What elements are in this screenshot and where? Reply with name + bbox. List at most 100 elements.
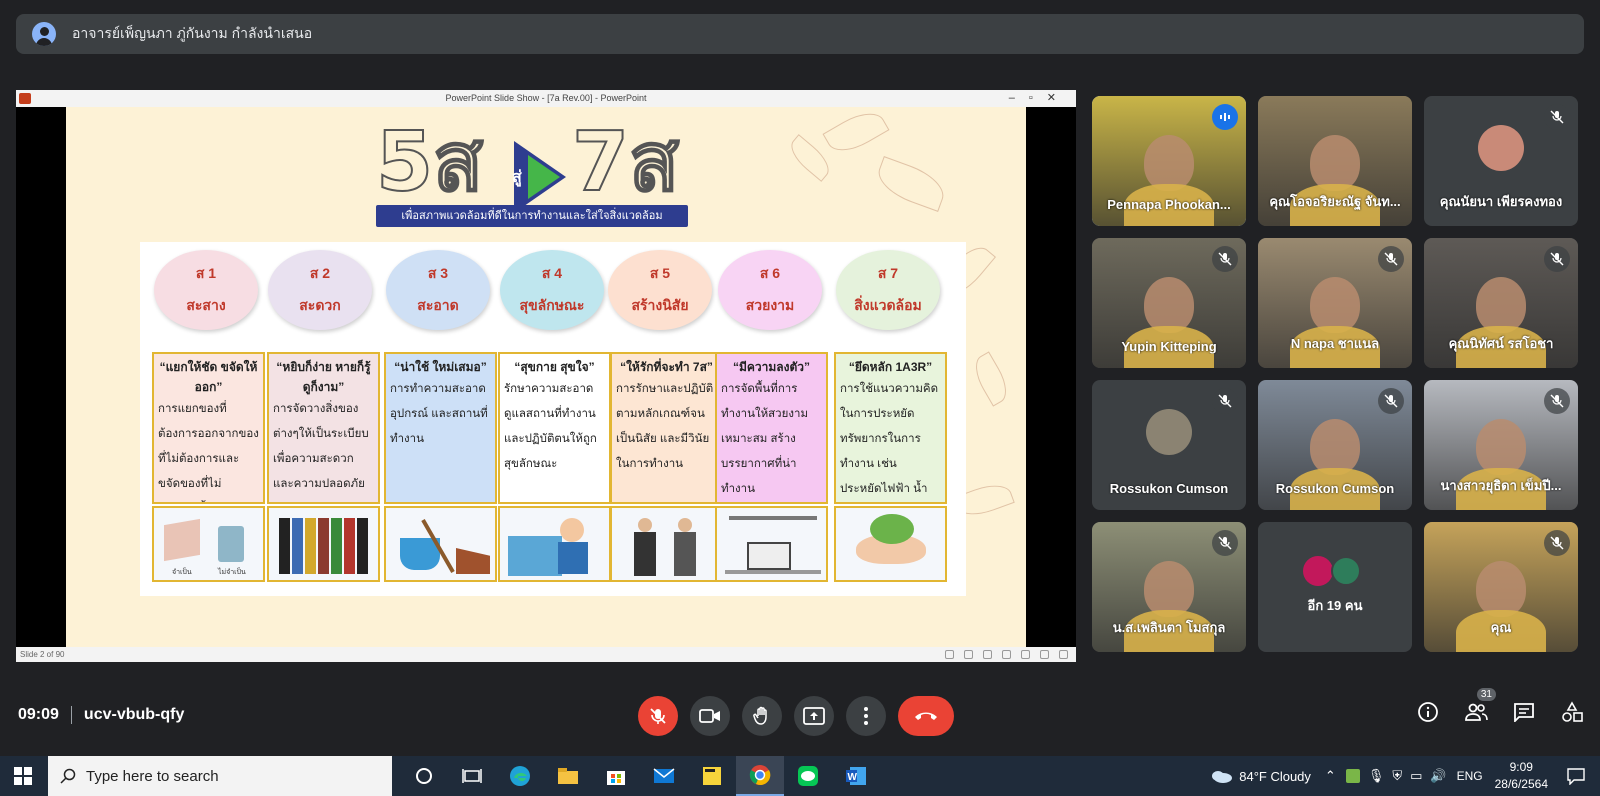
store-app[interactable] [592,756,640,796]
people-button[interactable]: 31 [1464,688,1496,724]
participant-name: Rossukon Cumson [1109,481,1229,496]
file-explorer-app[interactable] [544,756,592,796]
taskbar-apps: W [400,756,880,796]
step-body: การแยกของที่ต้องการออกจากของที่ไม่ต้องกา… [158,403,259,490]
step-number: ส 3 [427,265,449,281]
step-name: สะดวก [299,297,341,313]
presentation-area[interactable]: PowerPoint Slide Show - [7a Rev.00] - Po… [16,90,1076,662]
participant-name: คุณโอจอริยะณัฐ จันท... [1269,194,1401,209]
step-circle: ส 5 สร้างนิสัย [608,250,712,330]
word-app[interactable]: W [832,756,880,796]
people-count-badge: 31 [1476,688,1496,701]
step-illustration [834,506,947,582]
line-icon [798,766,818,786]
task-view-button[interactable] [448,756,496,796]
microphone-tray-icon[interactable]: 🎙 [1368,768,1385,784]
present-screen-button[interactable] [794,696,834,736]
slide: 5ส ส สู่ 7ส เพื่อสภาพแวดล้อมที่ดีในการทำ… [66,107,1026,647]
taskbar-clock[interactable]: 9:09 28/6/2564 [1495,759,1548,793]
step-name: สวยงาม [745,297,795,313]
activities-icon [1562,701,1583,722]
7s-panel: ส 1 สะสางส 2 สะดวกส 3 สะอาดส 4 สุขลักษณะส 5ส… [140,242,966,596]
start-button[interactable] [14,767,32,790]
edge-icon [510,766,530,786]
presenter-avatar-icon [32,22,56,46]
participant-tile[interactable]: คุณนัยนา เพียรคงทอง [1424,96,1578,226]
tray-app-icon[interactable] [1345,769,1360,783]
meeting-details-button[interactable] [1416,700,1440,724]
slide-subtitle: เพื่อสภาพแวดล้อมที่ดีในการทำงานและใส่ใจส… [376,205,688,227]
activities-button[interactable] [1560,700,1584,724]
participant-tile[interactable]: Rossukon Cumson [1092,380,1246,510]
powerpoint-icon [19,93,31,104]
camera-toggle-button[interactable] [690,696,730,736]
step-body: การรักษาและปฏิบัติตามหลักเกณฑ์จนเป็นนิสั… [616,383,714,470]
participant-tile[interactable]: คุณ [1424,522,1578,652]
sticky-notes-app[interactable] [688,756,736,796]
participant-tile[interactable]: อีก 19 คน [1258,522,1412,652]
volume-icon[interactable]: 🔊 [1430,768,1446,784]
step-circle: ส 3 สะอาด [386,250,490,330]
sticky-notes-icon [703,767,721,785]
step-description: “น่าใช้ ใหม่เสมอ” การทำความสะอาดอุปกรณ์ แ… [384,352,497,504]
step-description: “มีความลงตัว” การจัดพื้นที่การทำงานให้สวย… [715,352,828,504]
step-illustration: จำเป็น ไม่จำเป็น [152,506,265,582]
slideshow-view-controls[interactable] [945,650,1068,659]
cortana-button[interactable] [400,756,448,796]
chat-icon [1514,703,1534,722]
mic-toggle-button[interactable] [638,696,678,736]
notifications-icon[interactable] [1566,767,1586,785]
svg-text:W: W [848,772,858,783]
participant-name: Rossukon Cumson [1275,481,1395,496]
call-controls [638,696,954,736]
participant-tile[interactable]: คุณนิทัศน์ รสโอชา [1424,238,1578,368]
meeting-code[interactable]: ucv-vbub-qfy [84,706,184,724]
participant-tile[interactable]: Pennapa Phookan... [1092,96,1246,226]
mail-app[interactable] [640,756,688,796]
end-call-icon [915,712,937,720]
participant-tile[interactable]: Rossukon Cumson [1258,380,1412,510]
participant-tile[interactable]: Yupin Kitteping [1092,238,1246,368]
mic-off-icon [650,708,666,724]
participant-tile[interactable]: นางสาวยุธิดา เข็มปี... [1424,380,1578,510]
more-options-button[interactable] [846,696,886,736]
edge-app[interactable] [496,756,544,796]
tray-chevron-icon[interactable]: ⌃ [1325,768,1336,784]
step-description: “สุขกาย สุขใจ” รักษาความสะอาดดูแลสถานที่ท… [498,352,611,504]
search-icon [60,768,76,784]
participant-tile[interactable]: น.ส.เพลินตา โมสกุล [1092,522,1246,652]
speaking-indicator-icon [1212,104,1238,130]
step-body: รักษาความสะอาดดูแลสถานที่ทำงานและปฏิบัติ… [504,383,597,470]
step-name: สะอาด [417,297,459,313]
step-circle: ส 1 สะสาง [154,250,258,330]
window-controls[interactable]: –▫✕ [1009,90,1070,107]
camera-icon [699,709,720,723]
participant-name: คุณนัยนา เพียรคงทอง [1439,194,1563,209]
weather-text[interactable]: 84°F Cloudy [1239,769,1311,784]
line-app[interactable] [784,756,832,796]
step-illustration [715,506,828,582]
participant-tile[interactable]: คุณโอจอริยะณัฐ จันท... [1258,96,1412,226]
info-icon [1418,702,1438,722]
slide-logo: 5ส ส สู่ 7ส เพื่อสภาพแวดล้อมที่ดีในการทำ… [375,114,696,231]
participant-tile[interactable]: N napa ชาแนล [1258,238,1412,368]
mail-icon [653,768,675,783]
more-participants-avatars [1303,556,1361,586]
taskbar-search-box[interactable]: Type here to search [48,756,392,796]
participant-name: น.ส.เพลินตา โมสกุล [1112,620,1226,635]
side-controls: 31 [1416,688,1584,724]
security-tray-icon[interactable]: ⛨ [1392,768,1402,784]
chat-button[interactable] [1512,700,1536,724]
input-language[interactable]: ENG [1457,769,1483,783]
participant-avatar [1146,409,1192,455]
raise-hand-button[interactable] [742,696,782,736]
step-illustration [498,506,611,582]
network-icon[interactable]: ▭ [1410,768,1422,784]
step-description: “ให้รักที่จะทำ 7ส” การรักษาและปฏิบัติตามห… [610,352,723,504]
chrome-app[interactable] [736,756,784,796]
leave-call-button[interactable] [898,696,954,736]
step-number: ส 7 [877,265,899,281]
present-icon [803,707,825,725]
step-name: สร้างนิสัย [631,297,689,313]
slideshow-window-title: PowerPoint Slide Show - [7a Rev.00] - Po… [445,93,647,103]
